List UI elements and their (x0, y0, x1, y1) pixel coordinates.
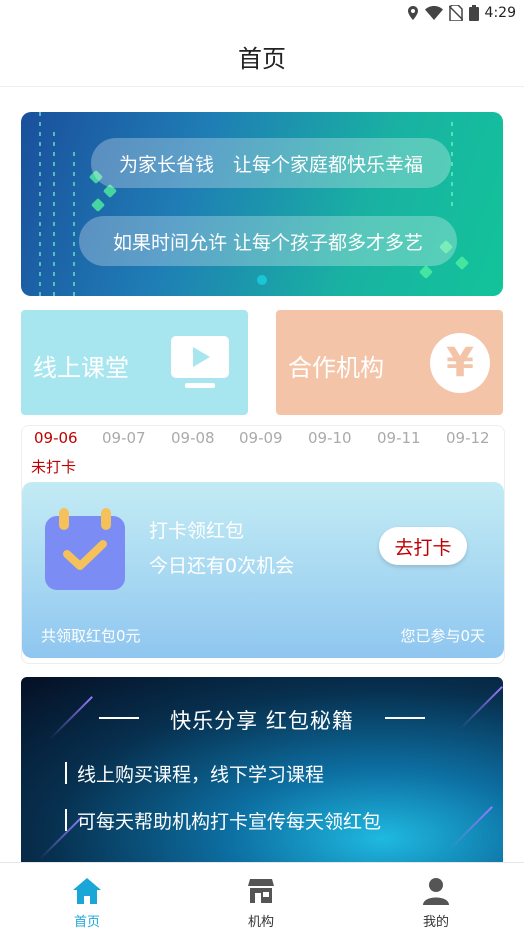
date-item[interactable]: 09-12 (446, 429, 490, 447)
checkin-section: 09-06 09-07 09-08 09-09 09-10 09-11 09-1… (21, 425, 505, 664)
checkin-status: 未打卡 (31, 458, 77, 476)
checkin-button[interactable]: 去打卡 (379, 527, 467, 565)
status-icons: 4:29 (407, 4, 516, 22)
online-class-card[interactable]: 线上课堂 (21, 310, 248, 415)
item-bar (65, 809, 67, 831)
no-sim-icon (448, 5, 463, 21)
share-promo-banner[interactable]: 快乐分享 红包秘籍 线上购买课程，线下学习课程 可每天帮助机构打卡宣传每天领红包 (21, 677, 503, 867)
wifi-icon (424, 6, 443, 20)
share-title: 快乐分享 红包秘籍 (170, 709, 354, 733)
header: 首页 (0, 26, 524, 87)
date-item[interactable]: 09-11 (377, 429, 421, 447)
tab-home[interactable]: 首页 (37, 869, 137, 930)
battery-icon (468, 5, 479, 21)
date-item[interactable]: 09-09 (239, 429, 283, 447)
page-title: 首页 (238, 44, 286, 73)
status-time: 4:29 (484, 5, 516, 21)
tab-home-label: 首页 (73, 915, 100, 930)
date-strip: 09-06 09-07 09-08 09-09 09-10 09-11 09-1… (22, 429, 504, 451)
code-decoration (73, 152, 75, 296)
store-icon (248, 879, 274, 903)
location-icon (407, 6, 418, 20)
code-decoration (451, 122, 453, 212)
total-redpacket: 共领取红包0元 (41, 627, 141, 645)
cube-decoration (454, 255, 470, 271)
date-item[interactable]: 09-10 (308, 429, 352, 447)
partner-org-card[interactable]: 合作机构 ¥ (276, 310, 503, 415)
online-class-label: 线上课堂 (33, 354, 129, 382)
light-streak (449, 806, 493, 850)
user-icon (423, 878, 449, 905)
participation-days: 您已参与0天 (400, 627, 485, 645)
date-item[interactable]: 09-08 (171, 429, 215, 447)
code-decoration (39, 112, 41, 296)
tab-org[interactable]: 机构 (211, 869, 311, 930)
share-item-2: 可每天帮助机构打卡宣传每天领红包 (77, 811, 382, 833)
bottom-tab-bar: 首页 机构 我的 (0, 862, 524, 934)
date-item[interactable]: 09-06 (34, 429, 78, 447)
checkin-remaining: 今日还有0次机会 (149, 555, 295, 577)
carousel-indicator-dot[interactable] (257, 275, 267, 285)
home-icon (73, 878, 101, 904)
tab-org-label: 机构 (247, 915, 274, 930)
item-bar (65, 762, 67, 784)
banner-slogan-2: 如果时间允许 让每个孩子都多才多艺 (79, 216, 457, 266)
status-bar: 4:29 (0, 0, 524, 26)
yen-icon: ¥ (430, 333, 490, 393)
checkin-title: 打卡领红包 (149, 520, 245, 542)
tv-icon (171, 336, 229, 388)
calendar-check-icon (45, 508, 125, 590)
banner-carousel[interactable]: 为家长省钱 让每个家庭都快乐幸福 如果时间允许 让每个孩子都多才多艺 (21, 112, 503, 296)
partner-org-label: 合作机构 (288, 354, 384, 382)
checkin-card: 打卡领红包 今日还有0次机会 去打卡 共领取红包0元 您已参与0天 (22, 482, 504, 658)
banner-slogan-1: 为家长省钱 让每个家庭都快乐幸福 (91, 138, 451, 188)
share-item-1: 线上购买课程，线下学习课程 (77, 764, 325, 786)
date-item[interactable]: 09-07 (102, 429, 146, 447)
cube-decoration (418, 264, 434, 280)
code-decoration (53, 132, 55, 296)
tab-mine[interactable]: 我的 (386, 869, 486, 930)
tab-mine-label: 我的 (422, 915, 449, 930)
cube-decoration (90, 197, 106, 213)
